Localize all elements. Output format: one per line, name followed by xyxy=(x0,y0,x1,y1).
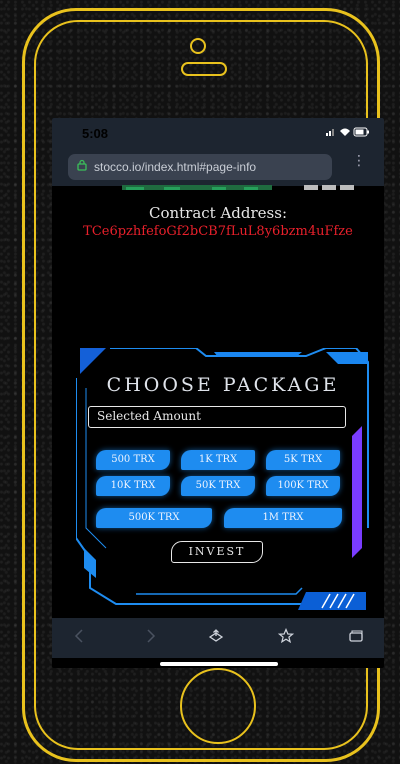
package-1k-trx-button[interactable]: 1K TRX xyxy=(181,450,255,470)
package-100k-trx-button[interactable]: 100K TRX xyxy=(266,476,340,496)
status-time: 5:08 xyxy=(82,126,109,141)
package-50k-trx-button[interactable]: 50K TRX xyxy=(181,476,255,496)
selected-amount-field[interactable]: Selected Amount xyxy=(88,406,346,428)
package-10k-trx-button[interactable]: 10K TRX xyxy=(96,476,170,496)
home-button[interactable] xyxy=(180,668,256,744)
contract-address[interactable]: TCe6pzhfefoGf2bCB7fLuL8y6bzm4uFfze xyxy=(52,224,384,239)
front-camera xyxy=(190,38,206,54)
invest-button[interactable]: INVEST xyxy=(171,541,263,563)
contract-label: Contract Address: xyxy=(148,204,288,222)
choose-package-panel: CHOOSE PACKAGE Selected Amount 500 TRX 1… xyxy=(76,348,370,610)
package-500-trx-button[interactable]: 500 TRX xyxy=(96,450,170,470)
partial-heading-glyphs xyxy=(82,170,362,190)
share-icon[interactable] xyxy=(208,628,224,644)
home-indicator[interactable] xyxy=(160,662,278,666)
browser-bottom-toolbar xyxy=(52,618,384,658)
package-1m-trx-button[interactable]: 1M TRX xyxy=(224,508,342,528)
earpiece-speaker xyxy=(181,62,227,76)
back-icon[interactable] xyxy=(72,628,88,644)
tabs-icon[interactable] xyxy=(348,628,364,644)
star-icon[interactable] xyxy=(278,628,294,644)
forward-icon[interactable] xyxy=(142,628,158,644)
package-500k-trx-button[interactable]: 500K TRX xyxy=(96,508,212,528)
more-icon[interactable]: ⋮ xyxy=(352,154,366,168)
status-icons xyxy=(326,126,370,141)
panel-title: CHOOSE PACKAGE xyxy=(106,374,340,396)
phone-screen: 5:08 stocco.io/index.html#page-info ⋮ Co… xyxy=(52,118,384,668)
package-5k-trx-button[interactable]: 5K TRX xyxy=(266,450,340,470)
